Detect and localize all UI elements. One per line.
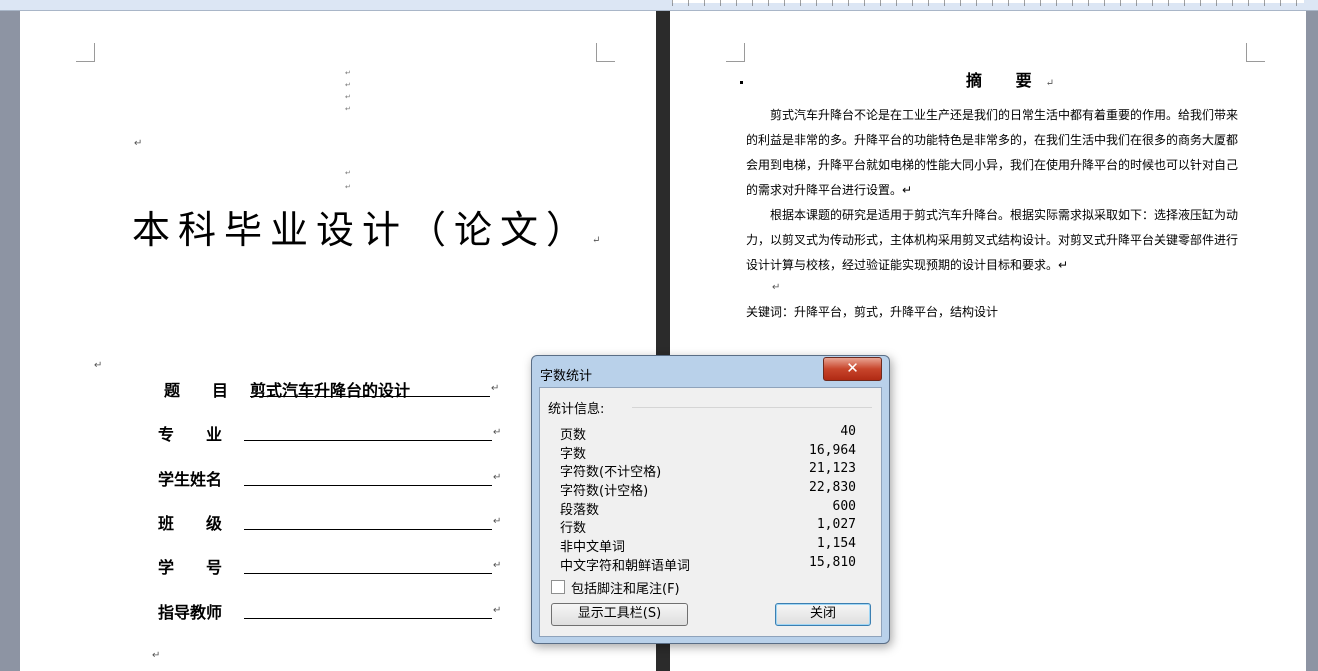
window-edge [1306,11,1318,671]
stat-row-paragraphs: 段落数 600 [560,499,856,518]
abstract-title: 摘 要↵ [966,71,1054,90]
cover-title: 本科毕业设计（论文）↵ [132,208,601,252]
crop-mark-top-left [76,43,95,62]
field-underline [244,440,492,441]
dialog-body: 统计信息: 页数 40 字数 16,964 字符数(不计空格) 21,123 字… [539,387,882,637]
close-icon: ✕ [846,359,859,377]
paragraph-mark: ↵ [493,516,502,527]
field-underline [244,573,492,574]
field-label-student-id: 学 号 [158,558,223,577]
field-label-major: 专 业 [158,425,223,444]
stat-row-chars-with-spaces: 字符数(计空格) 22,830 [560,480,856,499]
word-count-dialog[interactable]: 字数统计 ✕ 统计信息: 页数 40 字数 16,964 字符数(不计空格) 2… [531,355,890,644]
stat-value: 40 [840,424,856,439]
stat-value: 22,830 [809,480,856,495]
paragraph-mark: ↵ [345,105,351,113]
paragraph-mark: ↵ [493,427,502,438]
crop-mark-top-right [596,43,615,62]
field-underline [244,618,492,619]
stat-label: 段落数 [560,503,600,518]
field-underline [244,529,492,530]
field-label-student-name: 学生姓名 [158,470,223,489]
paragraph-mark: ↵ [772,282,781,293]
stat-value: 1,154 [816,536,856,551]
stat-label: 页数 [560,428,587,443]
stat-label: 行数 [560,521,587,536]
paragraph-mark: ↵ [345,93,351,101]
group-divider [632,407,872,408]
paragraph-mark: ↵ [1045,78,1054,89]
show-toolbar-button[interactable]: 显示工具栏(S) [551,603,688,626]
paragraph-mark: ↵ [94,360,103,371]
paragraph-mark: ↵ [491,383,500,394]
paragraph-mark: ↵ [152,650,161,661]
stat-label: 字符数(计空格) [560,484,649,499]
abstract-paragraph-2: 根据本课题的研究是适用于剪式汽车升降台。根据实际需求拟采取如下：选择液压缸为动力… [746,208,1239,272]
include-footnotes-checkbox[interactable] [551,580,565,594]
stat-row-non-chinese-words: 非中文单词 1,154 [560,536,856,555]
crop-mark-top-left [726,43,745,62]
dialog-close-button[interactable]: ✕ [823,357,882,381]
paragraph-mark: ↵ [345,81,351,89]
stat-label: 中文字符和朝鲜语单词 [560,559,691,574]
ruler-ticks [672,0,1304,6]
include-footnotes-label[interactable]: 包括脚注和尾注(F) [571,578,680,597]
field-underline [250,396,490,397]
field-label-advisor: 指导教师 [158,603,223,622]
paragraph-mark: ↵ [134,138,143,149]
field-underline [244,485,492,486]
field-value-topic: 剪式汽车升降台的设计 [250,381,411,400]
stat-row-pages: 页数 40 [560,424,856,443]
stat-value: 600 [832,499,856,514]
stat-row-chars-no-spaces: 字符数(不计空格) 21,123 [560,461,856,480]
paragraph-mark: ↵ [345,169,351,177]
paragraph-mark: ↵ [345,183,351,191]
stat-label: 字符数(不计空格) [560,465,662,480]
stat-value: 15,810 [809,555,856,570]
stat-row-cjk-chars: 中文字符和朝鲜语单词 15,810 [560,555,856,574]
horizontal-ruler[interactable] [0,0,1318,11]
paragraph-mark: ↵ [493,560,502,571]
field-label-topic: 题 目 [164,381,229,400]
stat-label: 非中文单词 [560,540,626,555]
crop-mark-top-right [1246,43,1265,62]
stat-value: 21,123 [809,461,856,476]
paragraph-mark: ↵ [493,472,502,483]
stat-label: 字数 [560,447,587,462]
abstract-keywords: 关键词：升降平台，剪式，升降平台，结构设计 [746,305,999,319]
stat-row-words: 字数 16,964 [560,443,856,462]
abstract-paragraph-1: 剪式汽车升降台不论是在工业生产还是我们的日常生活中都有着重要的作用。给我们带来的… [746,108,1239,197]
bullet-dot [740,81,743,84]
stat-row-lines: 行数 1,027 [560,517,856,536]
paragraph-mark: ↵ [345,69,351,77]
stats-group-label: 统计信息: [548,402,605,417]
dialog-title: 字数统计 [540,369,593,384]
paragraph-mark: ↵ [592,235,601,246]
stat-value: 1,027 [816,517,856,532]
close-button[interactable]: 关闭 [775,603,871,626]
field-label-class: 班 级 [158,514,223,533]
stat-value: 16,964 [809,443,856,458]
paragraph-mark: ↵ [493,605,502,616]
